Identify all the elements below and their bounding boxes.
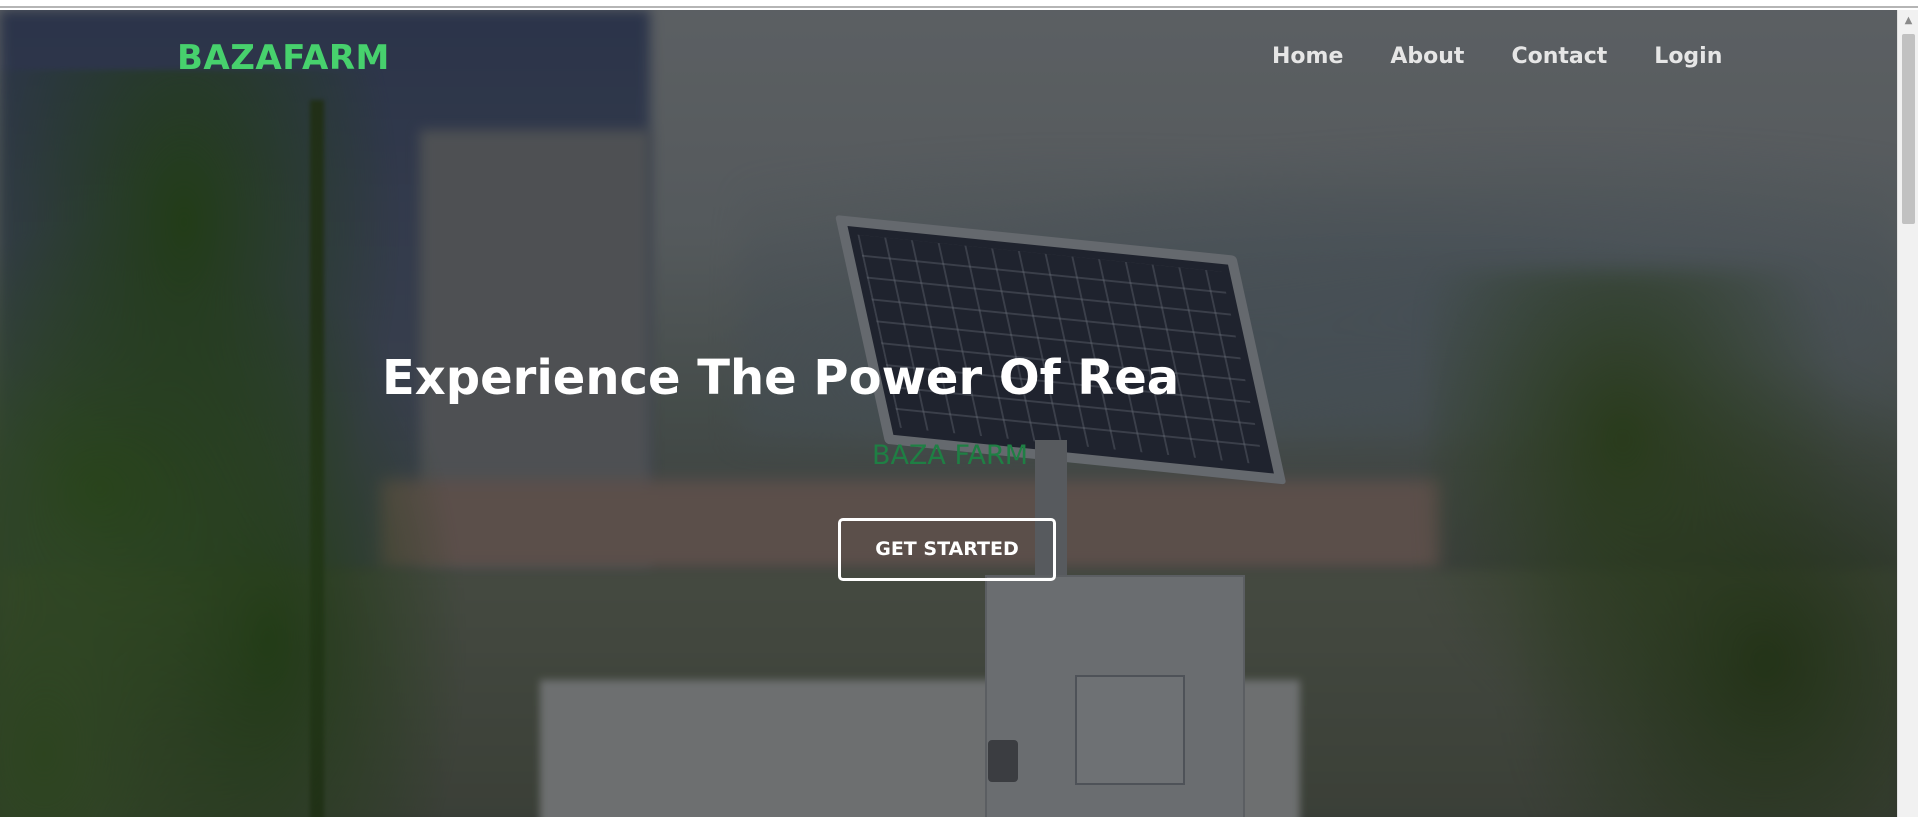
scrollbar-thumb[interactable] [1902, 34, 1915, 224]
hero-subtitle: BAZA FARM [871, 440, 1029, 471]
nav-home[interactable]: Home [1272, 44, 1343, 69]
brand-logo[interactable]: BAZAFARM [177, 38, 390, 78]
scroll-up-arrow-icon[interactable]: ▲ [1898, 10, 1918, 32]
hero-section: BAZAFARM Home About Contact Login Experi… [0, 10, 1897, 817]
get-started-button[interactable]: GET STARTED [838, 518, 1056, 581]
hero-headline: Experience The Power Of Real-Ti [382, 350, 1177, 406]
nav-about[interactable]: About [1390, 44, 1464, 69]
browser-top-border [0, 0, 1918, 8]
main-nav: Home About Contact Login [1272, 44, 1722, 69]
nav-login[interactable]: Login [1654, 44, 1722, 69]
nav-contact[interactable]: Contact [1511, 44, 1607, 69]
page-scrollbar[interactable]: ▲ [1897, 10, 1918, 817]
